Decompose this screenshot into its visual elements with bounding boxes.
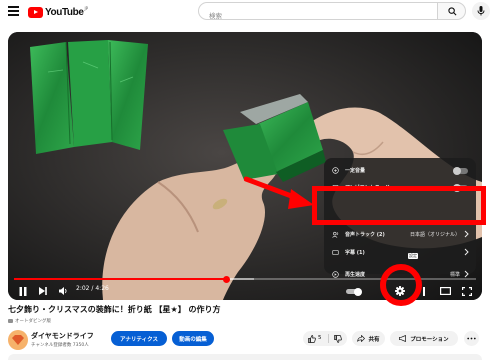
fullscreen-button[interactable] bbox=[460, 283, 474, 299]
menu-item-label: 一定音量 bbox=[345, 168, 366, 174]
fullscreen-icon bbox=[462, 286, 472, 296]
promote-label: プロモーション bbox=[410, 336, 449, 343]
annotation-highlight-circle bbox=[380, 264, 422, 306]
edit-video-button[interactable]: 動画の編集 bbox=[172, 331, 214, 346]
audio-track-icon bbox=[329, 231, 341, 238]
chevron-right-icon bbox=[464, 270, 469, 278]
origami-paper-strips bbox=[30, 40, 148, 154]
channel-avatar[interactable] bbox=[8, 330, 28, 350]
auto-dub-label: オートダビング版 bbox=[15, 319, 51, 324]
settings-tooltip: 設定 bbox=[408, 253, 418, 259]
autoplay-toggle[interactable] bbox=[346, 287, 362, 296]
playback-speed-icon bbox=[329, 271, 341, 278]
menu-item-subtitles[interactable]: 字幕 (1) bbox=[324, 244, 476, 261]
miniplayer-icon bbox=[423, 286, 425, 296]
menu-item-stable-volume[interactable]: 一定音量 bbox=[324, 162, 476, 179]
menu-item-audio-track[interactable]: 音声トラック (2) 日本語（オリジナル） bbox=[324, 226, 476, 243]
menu-item-label: 再生速度 bbox=[345, 272, 366, 278]
search-button[interactable] bbox=[437, 2, 466, 20]
share-icon bbox=[357, 335, 366, 342]
logo-text: YouTube bbox=[45, 6, 84, 18]
like-dislike-group: 5 bbox=[303, 331, 347, 346]
channel-name[interactable]: ダイヤモンドライフ bbox=[31, 331, 94, 341]
volume-icon bbox=[58, 287, 66, 295]
youtube-logo[interactable]: YouTube JP bbox=[28, 5, 88, 19]
stable-volume-icon bbox=[329, 167, 341, 174]
annotation-arrow bbox=[244, 176, 314, 209]
time-current: 2:02 bbox=[76, 285, 90, 292]
volume-button[interactable] bbox=[56, 283, 70, 299]
subtitles-icon bbox=[329, 249, 341, 256]
theater-mode-icon bbox=[439, 287, 451, 295]
annotation-highlight-box bbox=[312, 186, 486, 225]
next-button[interactable] bbox=[36, 283, 50, 299]
search-box[interactable] bbox=[198, 2, 438, 24]
menu-item-value: 日本語（オリジナル） bbox=[409, 232, 460, 238]
thumbs-up-icon[interactable] bbox=[308, 334, 316, 343]
auto-dub-tag: オートダビング版 bbox=[8, 318, 51, 324]
youtube-play-logo-icon bbox=[28, 6, 43, 18]
dub-icon bbox=[8, 319, 13, 323]
search-icon bbox=[448, 7, 457, 16]
like-count: 5 bbox=[318, 334, 322, 341]
share-button[interactable]: 共有 bbox=[352, 331, 385, 346]
promote-button[interactable]: プロモーション bbox=[390, 331, 458, 346]
thumbs-down-icon[interactable] bbox=[334, 335, 342, 343]
theater-mode-button[interactable] bbox=[438, 283, 452, 299]
megaphone-icon bbox=[399, 335, 407, 342]
like-divider bbox=[328, 334, 329, 343]
menu-item-label: 音声トラック (2) bbox=[345, 232, 385, 238]
time-separator: / bbox=[91, 285, 94, 292]
voice-search-button[interactable] bbox=[472, 2, 490, 20]
chevron-right-icon bbox=[464, 248, 469, 256]
video-title: 七夕飾り・クリスマスの装飾に！折り紙 【星★】 の作り方 bbox=[8, 305, 221, 314]
analytics-button[interactable]: アナリティクス bbox=[111, 331, 167, 346]
description-box-edge bbox=[8, 354, 482, 360]
channel-subscriber-count: チャンネル登録者数 7350人 bbox=[31, 343, 89, 348]
chevron-right-icon bbox=[464, 230, 469, 238]
diamond-icon bbox=[12, 335, 24, 345]
more-actions-button[interactable] bbox=[464, 331, 479, 346]
masthead: YouTube JP bbox=[0, 0, 490, 24]
video-player[interactable]: 一定音量 アンビエントモード 音声トラック (2) 日本語（オリジナル） 字幕 … bbox=[8, 32, 482, 300]
progress-played bbox=[14, 278, 227, 280]
pause-button[interactable] bbox=[16, 283, 30, 299]
more-horizontal-icon bbox=[467, 337, 476, 340]
time-total: 4:26 bbox=[95, 285, 109, 292]
mic-icon bbox=[477, 6, 485, 16]
stable-volume-toggle[interactable] bbox=[453, 166, 468, 175]
share-label: 共有 bbox=[368, 336, 380, 343]
menu-item-value: 標準 bbox=[449, 272, 460, 278]
search-input[interactable] bbox=[199, 8, 437, 24]
menu-item-label: 字幕 (1) bbox=[345, 250, 365, 256]
region-code: JP bbox=[84, 5, 89, 11]
menu-icon[interactable] bbox=[8, 6, 19, 16]
next-icon bbox=[39, 287, 47, 295]
pause-icon bbox=[19, 286, 27, 296]
time-display: 2:02 / 4:26 bbox=[76, 285, 109, 292]
